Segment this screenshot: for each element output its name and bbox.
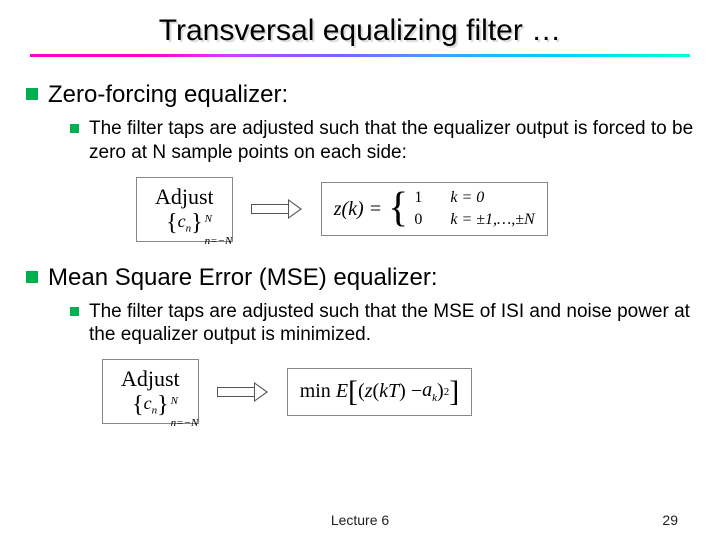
case2-cond: k = ±1,…,±N bbox=[450, 211, 534, 229]
adjust-box-zf: Adjust {cn}Nn=−N bbox=[136, 177, 233, 242]
sub-bullet-mse: The filter taps are adjusted such that t… bbox=[70, 300, 694, 348]
case2-val: 0 bbox=[414, 211, 428, 229]
equation-zf: z(k) = { 1 k = 0 0 k = ±1,…,±N bbox=[321, 182, 548, 236]
bullet-zero-forcing: Zero-forcing equalizer: bbox=[26, 81, 694, 109]
case1-cond: k = 0 bbox=[450, 189, 484, 207]
equation-mse: min E[(z(kT) − ak)2] bbox=[287, 368, 473, 416]
page-title: Transversal equalizing filter … bbox=[0, 0, 720, 48]
taps-expression: {cn}Nn=−N bbox=[126, 392, 175, 419]
sub-text-mse: The filter taps are adjusted such that t… bbox=[89, 300, 694, 348]
adjust-row-mse: Adjust {cn}Nn=−N min E[(z(kT) − ak)2] bbox=[26, 359, 694, 424]
adjust-box-mse: Adjust {cn}Nn=−N bbox=[102, 359, 199, 424]
bullet-mse: Mean Square Error (MSE) equalizer: bbox=[26, 264, 694, 292]
sub-bullet-zf: The filter taps are adjusted such that t… bbox=[70, 117, 694, 165]
footer-lecture: Lecture 6 bbox=[331, 512, 389, 528]
content-area: Zero-forcing equalizer: The filter taps … bbox=[0, 57, 720, 424]
adjust-row-zf: Adjust {cn}Nn=−N z(k) = { 1 k = 0 0 k = ±1… bbox=[26, 177, 694, 242]
eq-lhs: z(k) = bbox=[334, 198, 382, 221]
sub-text-zf: The filter taps are adjusted such that t… bbox=[89, 117, 694, 165]
bullet-icon bbox=[26, 271, 38, 283]
taps-expression: {cn}Nn=−N bbox=[160, 210, 209, 237]
bullet-icon bbox=[70, 307, 79, 316]
arrow-icon bbox=[251, 199, 303, 219]
adjust-label: Adjust bbox=[121, 366, 180, 392]
footer-page: 29 bbox=[662, 512, 678, 528]
bullet-icon bbox=[70, 124, 79, 133]
arrow-icon bbox=[217, 382, 269, 402]
footer: Lecture 6 29 bbox=[0, 512, 720, 528]
bullet-icon bbox=[26, 88, 38, 100]
adjust-label: Adjust bbox=[155, 184, 214, 210]
case1-val: 1 bbox=[414, 189, 428, 207]
heading-mse: Mean Square Error (MSE) equalizer: bbox=[48, 264, 437, 292]
heading-zero-forcing: Zero-forcing equalizer: bbox=[48, 81, 288, 109]
brace-icon: { bbox=[388, 192, 408, 226]
